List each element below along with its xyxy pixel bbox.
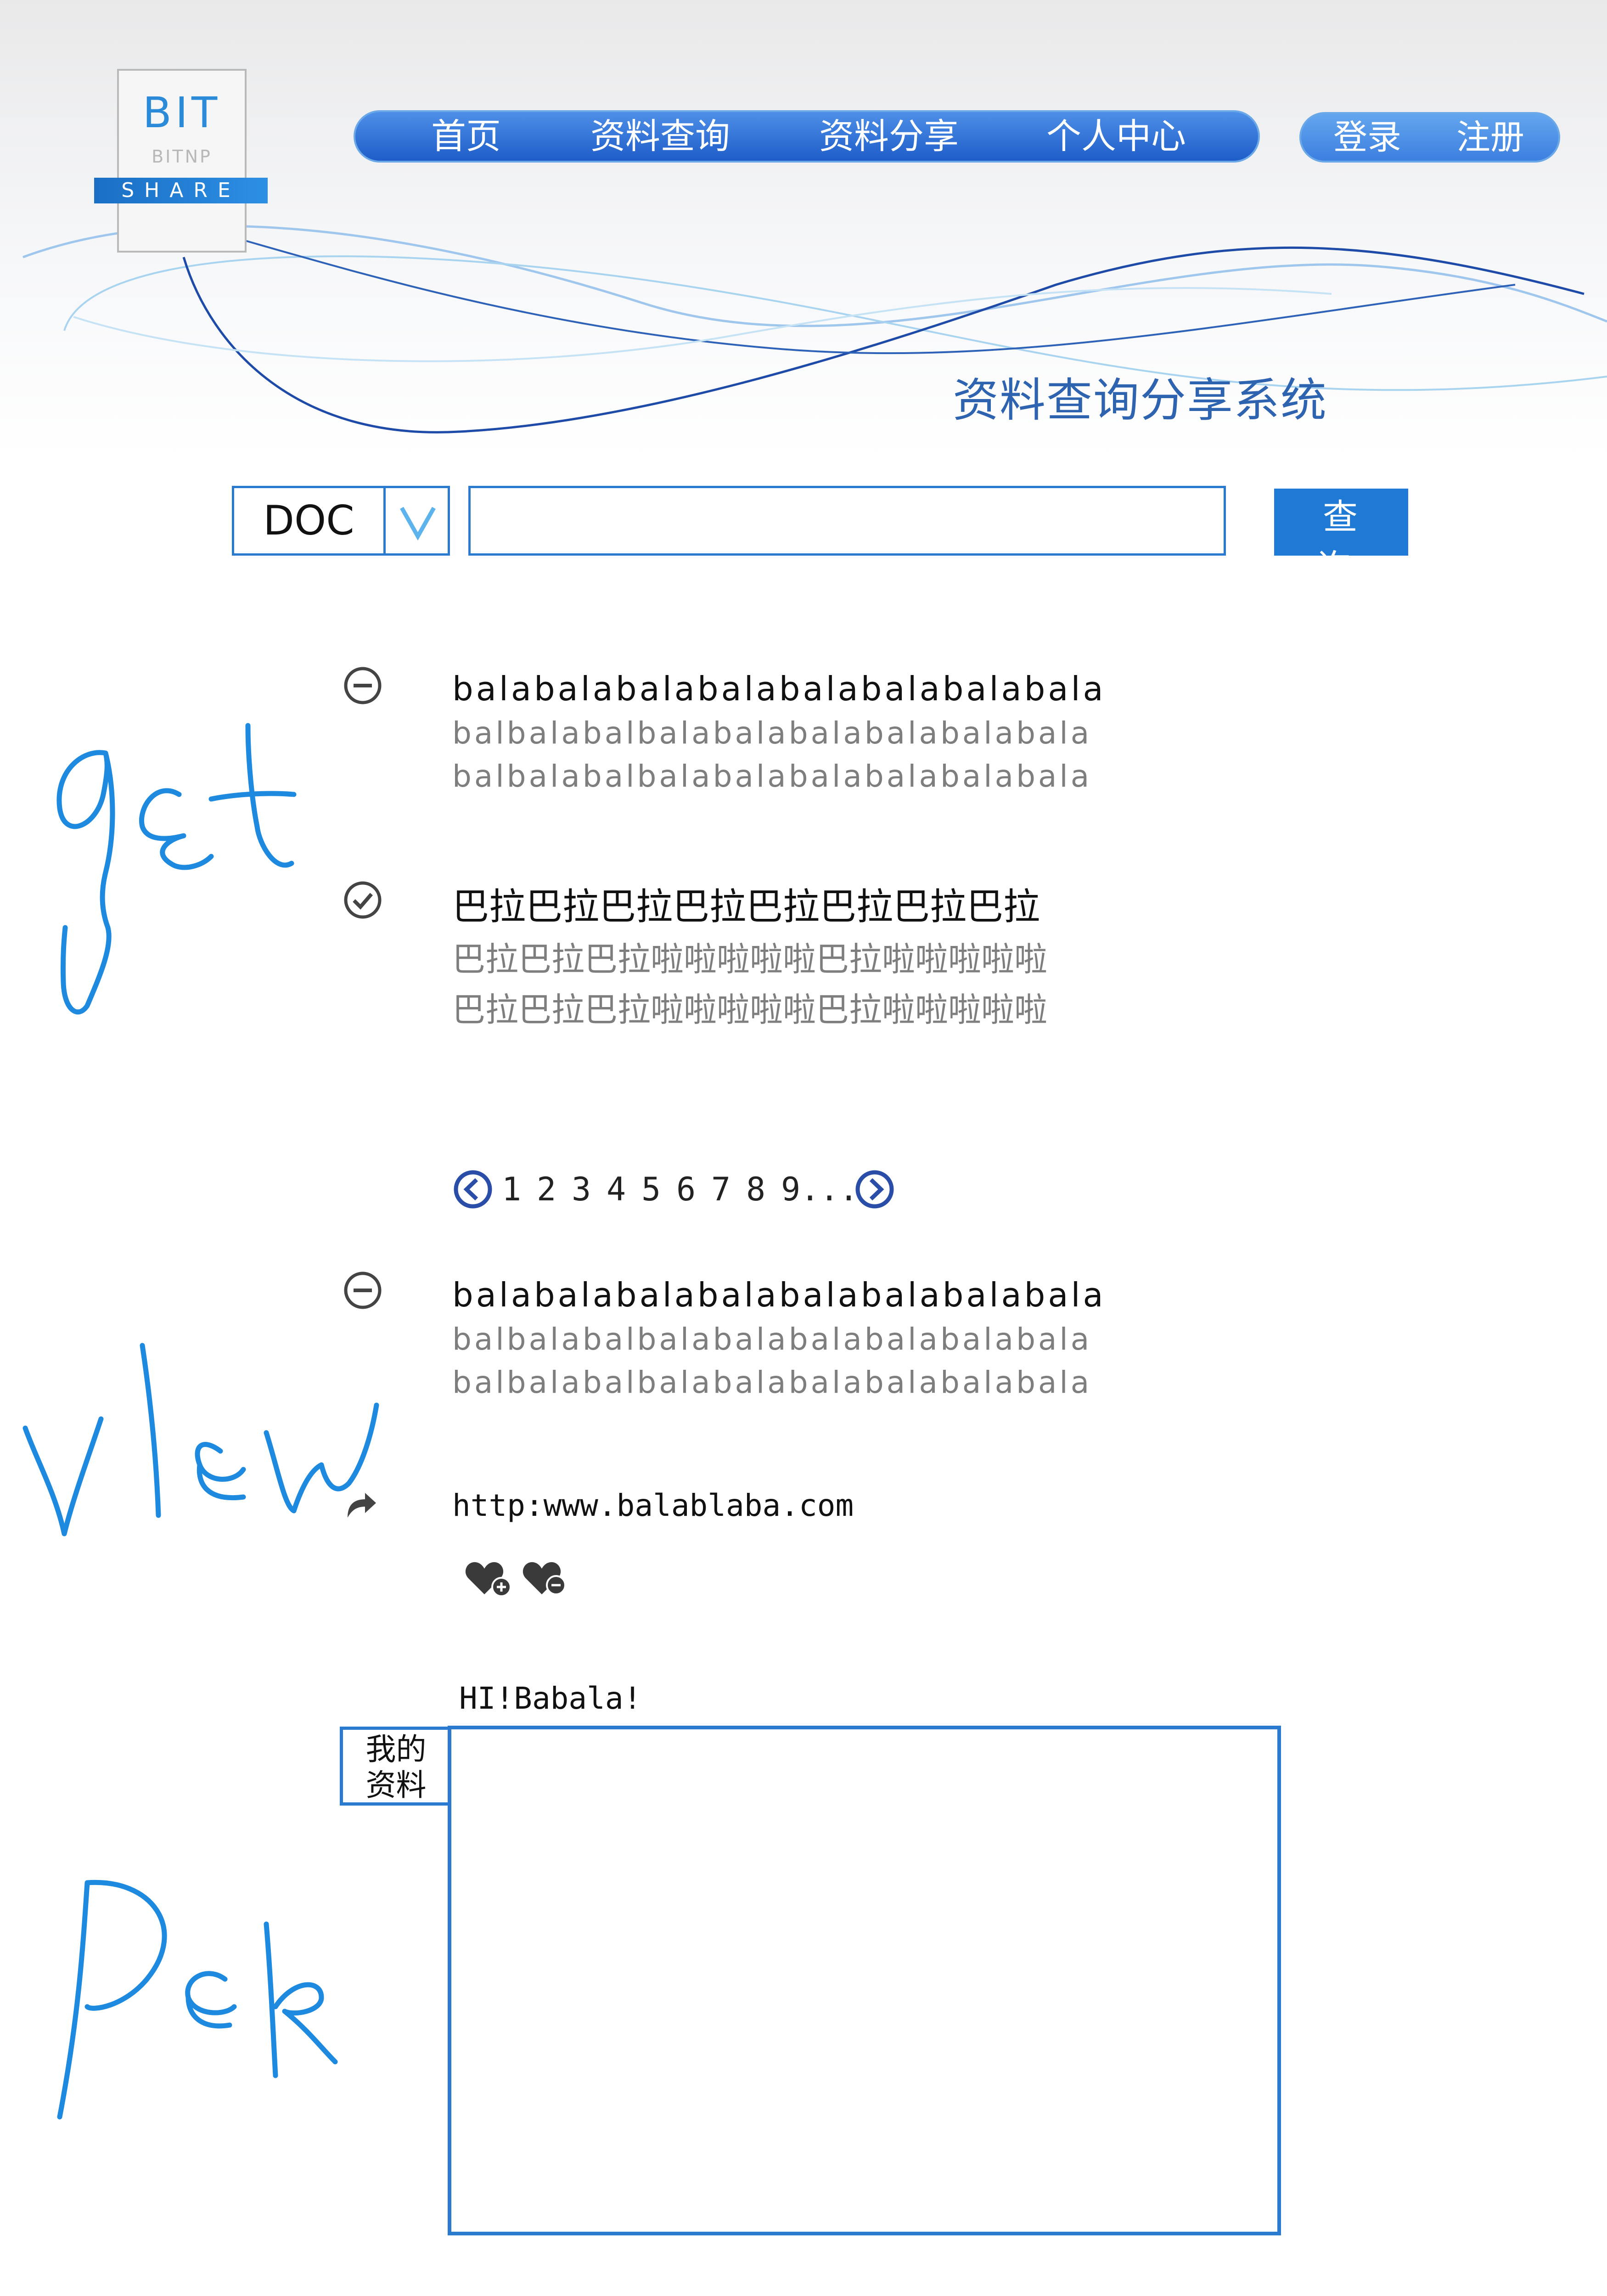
logo-main-text: BIT bbox=[142, 88, 221, 137]
result-title[interactable]: balabalabalabalabalabalabalabala bbox=[452, 670, 1106, 708]
page-link[interactable]: 6 bbox=[676, 1169, 696, 1210]
nav-item-search[interactable]: 资料查询 bbox=[590, 112, 730, 161]
chevron-right-circle-icon[interactable] bbox=[854, 1169, 895, 1210]
result-title[interactable]: 巴拉巴拉巴拉巴拉巴拉巴拉巴拉巴拉 bbox=[452, 877, 1040, 930]
tab-label-line: 资料 bbox=[365, 1767, 427, 1803]
minus-circle-icon[interactable] bbox=[342, 665, 383, 706]
main-nav: 首页 资料查询 资料分享 个人中心 bbox=[354, 110, 1260, 163]
nav-item-profile[interactable]: 个人中心 bbox=[1046, 112, 1186, 161]
result-snippet-line: balbalabalbalabalabalabalabalabala bbox=[452, 715, 1092, 751]
login-button[interactable]: 登录 bbox=[1333, 114, 1401, 161]
chevron-down-icon[interactable] bbox=[388, 495, 448, 546]
logo[interactable]: BIT BITNP bbox=[117, 69, 247, 253]
annotation-per-handwriting bbox=[57, 1880, 338, 2120]
profile-content-panel bbox=[448, 1726, 1281, 2235]
page-link[interactable]: 3 bbox=[572, 1169, 591, 1210]
doc-type-select[interactable]: DOC bbox=[232, 486, 450, 556]
doc-type-value: DOC bbox=[263, 497, 354, 544]
page-link[interactable]: 5 bbox=[641, 1169, 661, 1210]
annotation-view-handwriting bbox=[22, 1343, 379, 1536]
search-input[interactable] bbox=[468, 486, 1226, 556]
chevron-left-circle-icon[interactable] bbox=[452, 1169, 494, 1210]
page-link-more[interactable]: 9... bbox=[781, 1169, 859, 1210]
page-link[interactable]: 8 bbox=[746, 1169, 765, 1210]
result-snippet-line: 巴拉巴拉巴拉啦啦啦啦啦巴拉啦啦啦啦啦 bbox=[452, 940, 1048, 979]
nav-item-home[interactable]: 首页 bbox=[431, 112, 501, 161]
annotation-get-handwriting bbox=[56, 723, 297, 1015]
greeting: HI!Babala! bbox=[459, 1681, 642, 1716]
page-link[interactable]: 4 bbox=[607, 1169, 626, 1210]
detail-snippet-line: balbalabalbalabalabalabalabalabala bbox=[452, 1365, 1092, 1400]
result-snippet-line: 巴拉巴拉巴拉啦啦啦啦啦巴拉啦啦啦啦啦 bbox=[452, 990, 1048, 1029]
heart-minus-icon[interactable] bbox=[521, 1558, 572, 1599]
select-divider bbox=[383, 488, 386, 553]
tab-my-materials[interactable]: 我的 资料 bbox=[340, 1727, 449, 1806]
detail-snippet-line: balbalabalbalabalabalabalabalabala bbox=[452, 1322, 1092, 1357]
check-circle-icon[interactable] bbox=[342, 879, 383, 921]
auth-bar: 登录 注册 bbox=[1299, 112, 1560, 163]
system-title: 资料查询分享系统 bbox=[953, 373, 1327, 427]
detail-title: balabalabalabalabalabalabalabala bbox=[452, 1276, 1106, 1314]
detail-url[interactable]: http:www.balablaba.com bbox=[452, 1488, 854, 1523]
page-link[interactable]: 2 bbox=[537, 1169, 556, 1210]
minus-circle-icon[interactable] bbox=[342, 1270, 383, 1311]
nav-item-share[interactable]: 资料分享 bbox=[819, 112, 959, 161]
logo-band-text: SHARE bbox=[94, 178, 268, 203]
search-button[interactable]: 查 询 bbox=[1274, 489, 1408, 588]
result-snippet-line: balbalabalbalabalabalabalabalabala bbox=[452, 759, 1092, 794]
page-link[interactable]: 1 bbox=[502, 1169, 521, 1210]
register-button[interactable]: 注册 bbox=[1456, 114, 1524, 161]
tab-label-line: 我的 bbox=[365, 1732, 427, 1767]
logo-sub-text: BITNP bbox=[152, 146, 212, 167]
heart-plus-icon[interactable] bbox=[464, 1558, 514, 1599]
page-link[interactable]: 7 bbox=[711, 1169, 730, 1210]
